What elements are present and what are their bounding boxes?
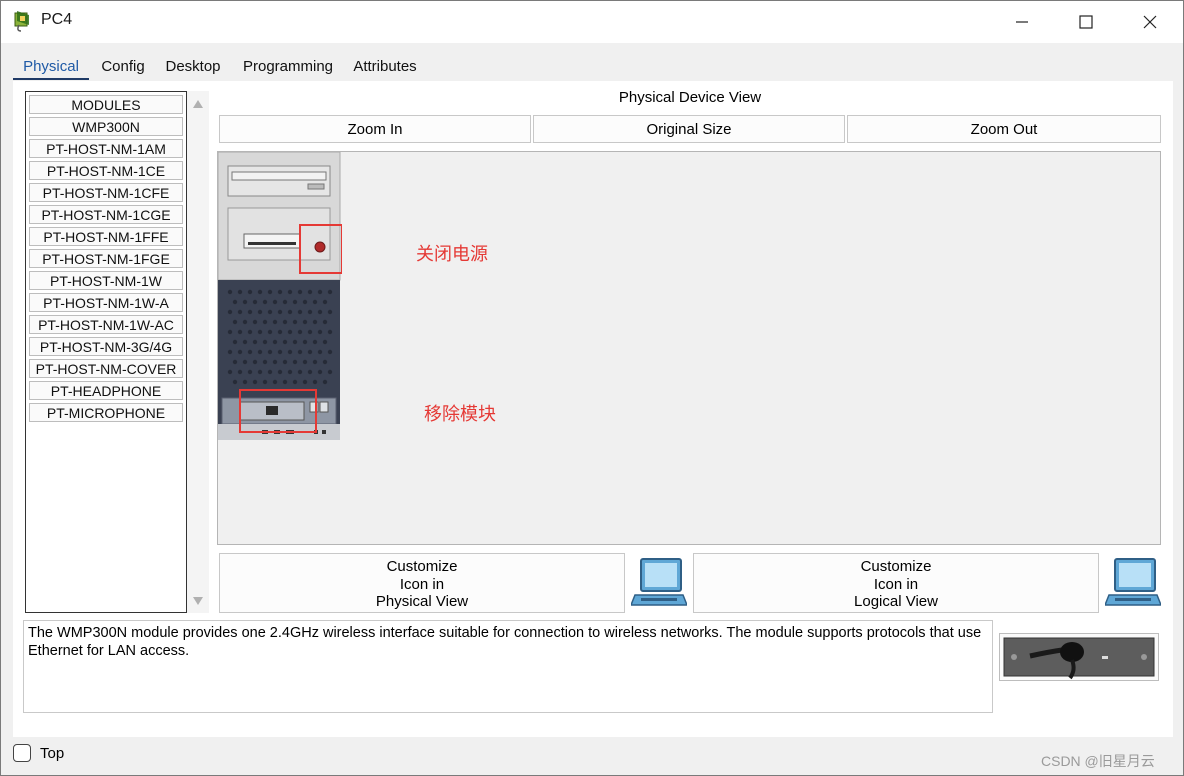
original-size-button[interactable]: Original Size (533, 115, 845, 143)
top-checkbox[interactable] (13, 744, 31, 762)
tab-desktop[interactable]: Desktop (161, 53, 225, 81)
pc-icon (13, 9, 35, 33)
customize-logical-line2: Icon in (873, 575, 919, 593)
minimize-button[interactable] (989, 1, 1055, 43)
module-description: The WMP300N module provides one 2.4GHz w… (23, 620, 993, 713)
customize-logical-line1: Customize (860, 558, 932, 575)
tab-programming[interactable]: Programming (239, 53, 337, 81)
customize-logical-line3: Logical View (854, 593, 938, 610)
module-item-pt-host-nm-1fge[interactable]: PT-HOST-NM-1FGE (29, 249, 183, 268)
scroll-down-icon[interactable] (192, 596, 204, 606)
customize-logical-view-button[interactable]: Customize Icon in Logical View (693, 553, 1099, 613)
maximize-icon (1079, 15, 1093, 29)
close-button[interactable] (1117, 1, 1183, 43)
tab-physical[interactable]: Physical (13, 53, 89, 81)
computer-icon (631, 558, 687, 606)
module-list: MODULES WMP300N PT-HOST-NM-1AM PT-HOST-N… (25, 91, 187, 613)
module-item-pt-headphone[interactable]: PT-HEADPHONE (29, 381, 183, 400)
module-item-pt-host-nm-1cge[interactable]: PT-HOST-NM-1CGE (29, 205, 183, 224)
module-item-pt-host-nm-1w-a[interactable]: PT-HOST-NM-1W-A (29, 293, 183, 312)
module-item-pt-host-nm-1ffe[interactable]: PT-HOST-NM-1FFE (29, 227, 183, 246)
physical-tab-panel: MODULES WMP300N PT-HOST-NM-1AM PT-HOST-N… (13, 81, 1173, 737)
module-item-pt-host-nm-1am[interactable]: PT-HOST-NM-1AM (29, 139, 183, 158)
module-item-pt-host-nm-cover[interactable]: PT-HOST-NM-COVER (29, 359, 183, 378)
tab-config[interactable]: Config (95, 53, 151, 81)
computer-icon (1105, 558, 1161, 606)
module-item-pt-host-nm-1ce[interactable]: PT-HOST-NM-1CE (29, 161, 183, 180)
tab-attributes[interactable]: Attributes (349, 53, 421, 81)
customize-physical-line3: Physical View (375, 593, 469, 610)
module-item-pt-host-nm-1w-ac[interactable]: PT-HOST-NM-1W-AC (29, 315, 183, 334)
top-label: Top (40, 745, 65, 762)
module-item-pt-host-nm-3g4g[interactable]: PT-HOST-NM-3G/4G (29, 337, 183, 356)
scroll-up-icon[interactable] (192, 99, 204, 109)
wireless-module-icon (1003, 637, 1155, 680)
customize-physical-line1: Customize (386, 558, 458, 575)
module-item-pt-microphone[interactable]: PT-MICROPHONE (29, 403, 183, 422)
watermark: CSDN @旧星月云 (1041, 753, 1155, 769)
module-item-wmp300n[interactable]: WMP300N (29, 117, 183, 136)
zoom-in-button[interactable]: Zoom In (219, 115, 531, 143)
power-off-annotation: 关闭电源 (416, 244, 488, 264)
customize-physical-line2: Icon in (399, 575, 445, 593)
wmp300n-module-image (999, 633, 1159, 681)
remove-module-annotation: 移除模块 (424, 404, 496, 424)
physical-device-viewport[interactable]: 关闭电源 移除模块 (217, 151, 1161, 545)
customize-physical-view-button[interactable]: Customize Icon in Physical View (219, 553, 625, 613)
close-icon (1143, 15, 1157, 29)
pc-tower-image (218, 152, 342, 440)
modules-header: MODULES (29, 95, 183, 114)
minimize-icon (1016, 21, 1028, 23)
zoom-out-button[interactable]: Zoom Out (847, 115, 1161, 143)
window-title: PC4 (41, 11, 73, 28)
pc4-window: PC4 Physical Config Desktop Programming … (0, 0, 1184, 776)
maximize-button[interactable] (1053, 1, 1119, 43)
module-item-pt-host-nm-1w[interactable]: PT-HOST-NM-1W (29, 271, 183, 290)
module-list-scrollbar[interactable] (187, 91, 209, 613)
title-bar: PC4 (1, 1, 1183, 43)
physical-device-view-title: Physical Device View (618, 89, 762, 106)
module-item-pt-host-nm-1cfe[interactable]: PT-HOST-NM-1CFE (29, 183, 183, 202)
